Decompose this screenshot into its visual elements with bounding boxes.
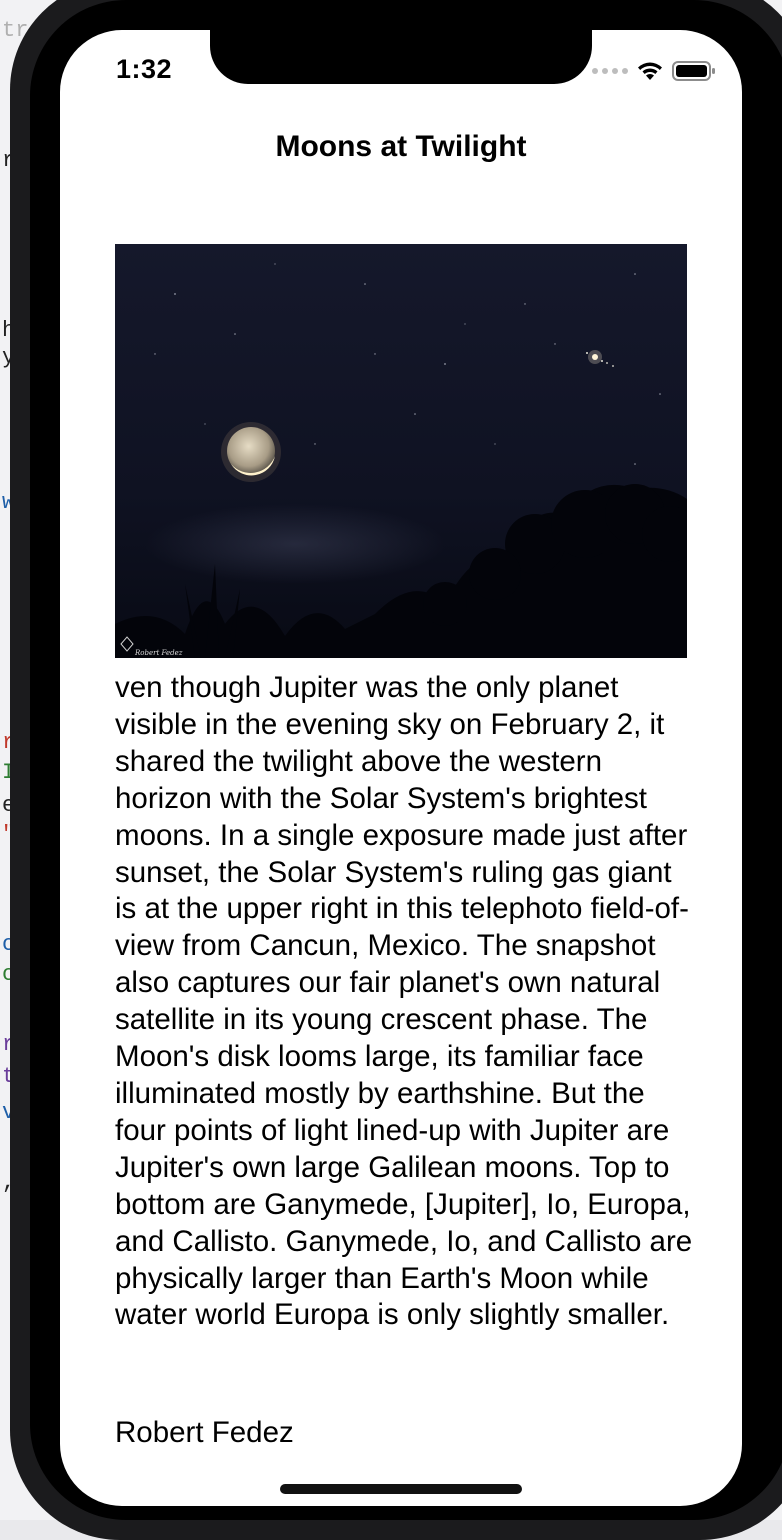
signal-dots-icon (592, 68, 628, 74)
battery-icon (672, 60, 716, 82)
wifi-icon (636, 60, 664, 82)
status-bar-icons (592, 60, 716, 82)
home-indicator[interactable] (280, 1484, 522, 1494)
photo-credit: Robert Fedez (115, 1416, 294, 1449)
device-notch (210, 30, 592, 84)
status-bar-time: 1:32 (116, 54, 173, 84)
app-screen: 1:32 Moons at Twilight Robert Fedez ven … (60, 30, 742, 1506)
apod-photo: Robert Fedez (115, 244, 687, 658)
navigation-title: Moons at Twilight (275, 130, 527, 163)
svg-text:Robert Fedez: Robert Fedez (134, 649, 183, 657)
apod-explanation-text: ven though Jupiter was the only planet v… (115, 671, 693, 1332)
